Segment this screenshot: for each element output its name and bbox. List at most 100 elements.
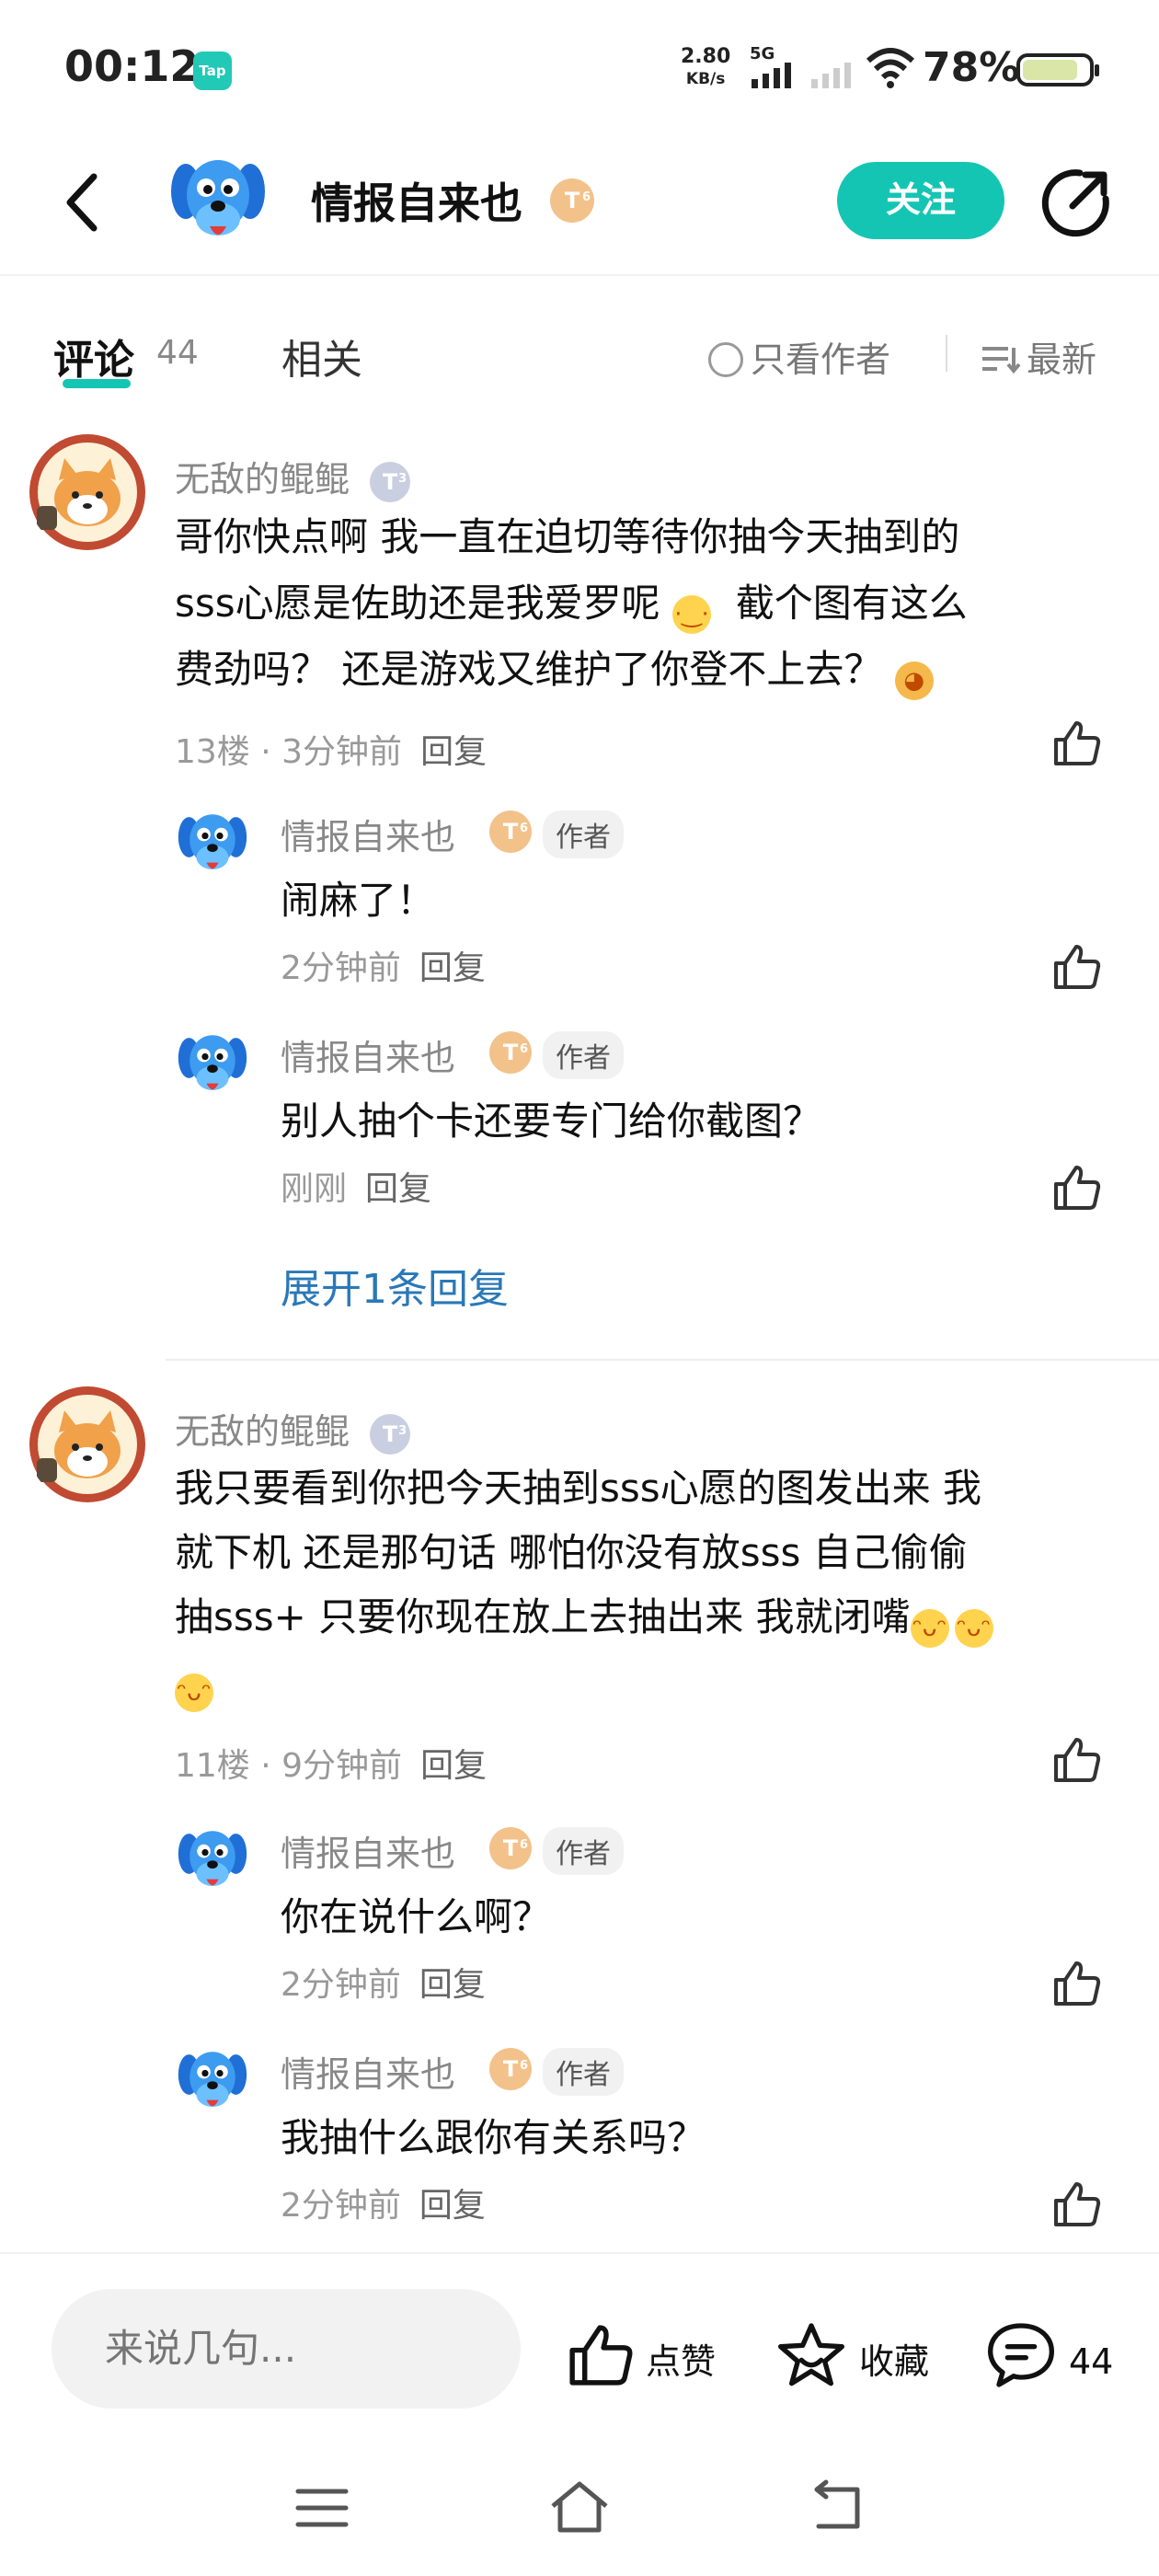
level-badge: T6 <box>550 178 594 223</box>
sort-button[interactable]: 最新 <box>981 331 1096 382</box>
level-badge: T3 <box>370 1413 411 1455</box>
comment-count: 44 <box>1069 2341 1114 2382</box>
floor-number: 13楼 <box>175 733 250 771</box>
reply-avatar[interactable] <box>173 805 252 884</box>
share-icon[interactable] <box>1039 166 1113 239</box>
level-number: 6 <box>519 1042 528 1056</box>
reply-text: 闹麻了！ <box>281 878 436 923</box>
reply-avatar[interactable] <box>173 1822 252 1901</box>
like-button[interactable]: 点赞 <box>565 2320 716 2390</box>
comment-fragment: 抽sss+ 只要你现在放上去抽出来 我就闭嘴 <box>175 1594 911 1639</box>
tab-comments[interactable]: 评论 <box>53 327 134 385</box>
thumbs-up-icon <box>569 2325 633 2386</box>
level-badge: T6 <box>489 2048 532 2090</box>
comment-line: sss心愿是佐助还是我爱罗呢 ·‿· 截个图有这么 <box>175 570 1131 637</box>
comment-line: 费劲吗？ 还是游戏又维护了你登不上去？ ◕ <box>175 637 1131 703</box>
emoji-icon: ᵔᴗᵔ <box>910 1609 949 1648</box>
reply-button[interactable]: 回复 <box>419 2187 486 2225</box>
tab-related[interactable]: 相关 <box>281 327 362 385</box>
tap-app-icon: Tap <box>193 52 232 90</box>
sort-icon <box>982 347 1021 374</box>
like-icon[interactable] <box>1050 718 1102 769</box>
comment-meta: 11楼 · 9分钟前 回复 <box>175 1747 488 1785</box>
favorite-button[interactable]: 收藏 <box>775 2320 929 2390</box>
home-icon[interactable] <box>547 2477 612 2537</box>
net-speed-value: 2.80 <box>681 45 731 68</box>
author-tag: 作者 <box>543 2048 624 2096</box>
comments-count: 44 <box>156 334 199 372</box>
comment-user-name: 无敌的鲲鲲 T3 <box>175 1403 411 1455</box>
reply-meta: 刚刚 回复 <box>281 1162 431 1210</box>
like-icon[interactable] <box>1050 941 1102 993</box>
comment-line: 我只要看到你把今天抽到sss心愿的图发出来 我 <box>175 1466 981 1511</box>
signal-2-icon <box>811 63 851 88</box>
comment-fragment: sss心愿是佐助还是我爱罗呢 <box>175 581 660 626</box>
level-number: 3 <box>398 471 407 486</box>
star-icon <box>778 2323 844 2386</box>
reply-button[interactable]: 回复 <box>365 1170 431 1208</box>
level-letter: T <box>502 819 519 845</box>
signal-icon <box>752 63 791 88</box>
emoji-icon: ᵔᴗᵔ <box>175 1673 213 1712</box>
like-icon[interactable] <box>1050 1958 1102 2009</box>
level-letter: T <box>382 468 398 495</box>
level-letter: T <box>502 1835 519 1861</box>
reply-time: 2分钟前 <box>281 1966 401 2004</box>
author-tag: 作者 <box>543 1827 624 1875</box>
reply-time: 刚刚 <box>281 1170 348 1208</box>
level-badge: T6 <box>489 811 532 853</box>
back-nav-icon[interactable] <box>809 2477 865 2537</box>
reply-button[interactable]: 回复 <box>419 1966 486 2004</box>
follow-button[interactable]: 关注 <box>837 162 1004 239</box>
only-author-label: 只看作者 <box>751 339 891 380</box>
reply-button[interactable]: 回复 <box>420 733 487 771</box>
level-letter: T <box>564 188 580 213</box>
menu-icon[interactable] <box>294 2482 350 2534</box>
battery-icon <box>1016 53 1099 86</box>
comment-bubble-icon <box>988 2323 1054 2387</box>
author-avatar[interactable] <box>164 147 272 256</box>
radio-icon <box>708 342 743 377</box>
comment-divider <box>166 1359 1159 1361</box>
reply-avatar[interactable] <box>173 2042 252 2122</box>
like-icon[interactable] <box>1050 1162 1102 1213</box>
battery-percent: 78% <box>923 44 1020 91</box>
reply-text: 别人抽个卡还要专门给你截图？ <box>281 1098 822 1144</box>
comment-time: 9分钟前 <box>281 1747 403 1785</box>
level-badge: T3 <box>370 461 411 502</box>
level-letter: T <box>502 1040 519 1065</box>
reply-button[interactable]: 回复 <box>419 949 486 987</box>
author-name: 情报自来也 <box>311 178 522 228</box>
reply-user-name: 情报自来也 <box>281 817 456 857</box>
comment-input[interactable] <box>52 2289 521 2409</box>
reply-button[interactable]: 回复 <box>420 1747 487 1785</box>
comment-fragment: 截个图有这么 <box>735 581 968 626</box>
only-author-toggle[interactable]: 只看作者 <box>708 331 890 382</box>
emoji-icon: ◕ <box>894 661 934 700</box>
expand-replies-button[interactable]: 展开1条回复 <box>281 1256 509 1315</box>
reply-user-name: 情报自来也 <box>281 1834 456 1874</box>
level-number: 6 <box>519 822 528 835</box>
active-tab-indicator <box>63 379 131 388</box>
user-avatar[interactable] <box>28 432 147 552</box>
back-arrow-icon[interactable] <box>57 166 112 239</box>
emoji-icon: ᵔᴗᵔ <box>954 1609 993 1648</box>
user-avatar[interactable] <box>28 1385 147 1504</box>
like-icon[interactable] <box>1050 2179 1102 2230</box>
top-header: 情报自来也 T6 关注 <box>0 138 1159 276</box>
comment-fragment: 费劲吗？ 还是游戏又维护了你登不上去？ <box>175 647 883 692</box>
sort-label: 最新 <box>1027 339 1097 380</box>
comment-button[interactable]: 44 <box>984 2320 1113 2390</box>
status-bar: 00:12 Tap 2.80 KB/s 5G 78% <box>0 0 1159 138</box>
like-label: 点赞 <box>646 2341 717 2382</box>
reply-user-name: 情报自来也 <box>281 1038 456 1078</box>
reply-user-name: 情报自来也 <box>281 2054 456 2095</box>
reply-time: 2分钟前 <box>281 2187 401 2225</box>
comment-line: 抽sss+ 只要你现在放上去抽出来 我就闭嘴ᵔᴗᵔ ᵔᴗᵔ <box>175 1585 1131 1650</box>
level-letter: T <box>502 2056 519 2082</box>
reply-avatar[interactable] <box>173 1026 252 1105</box>
level-badge: T6 <box>489 1827 532 1869</box>
like-icon[interactable] <box>1050 1734 1102 1786</box>
wifi-icon <box>866 48 915 88</box>
divider <box>946 335 947 372</box>
